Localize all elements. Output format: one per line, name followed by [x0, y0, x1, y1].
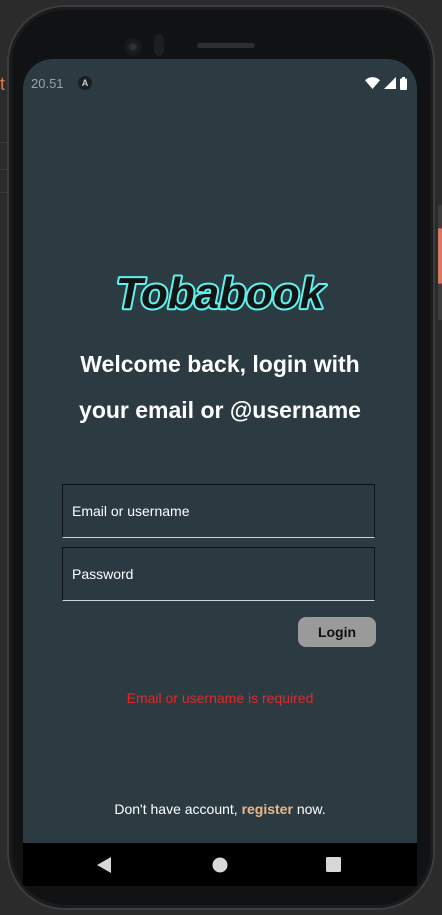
home-icon [212, 857, 228, 872]
welcome-line-2: your email or @username [79, 397, 361, 423]
notification-app-icon: A [78, 76, 92, 90]
status-icons [365, 76, 407, 90]
password-input[interactable] [63, 548, 374, 600]
earpiece-speaker [197, 43, 255, 48]
register-prompt: Don't have account, register now. [23, 801, 417, 817]
email-input[interactable] [63, 485, 374, 537]
register-link[interactable]: register [242, 801, 293, 817]
navigation-bar [23, 843, 417, 886]
home-button[interactable] [200, 843, 240, 886]
error-message: Email or username is required [126, 690, 314, 706]
register-prefix: Don't have account, [114, 801, 238, 817]
front-camera [124, 38, 142, 56]
phone-screen: 20.51 A Tobabook Welcome back, login wit… [23, 59, 417, 886]
wifi-icon [365, 77, 380, 89]
host-scrollbar-thumb[interactable] [438, 228, 442, 284]
emulator-stage: t 20.51 A Tobabook Welcome back, login w… [0, 0, 442, 915]
status-time: 20.51 [31, 76, 64, 91]
login-button[interactable]: Login [298, 617, 376, 647]
logo-text: Tobabook [116, 269, 327, 318]
back-button[interactable] [84, 843, 124, 886]
status-bar: 20.51 A [23, 59, 417, 107]
signal-icon [384, 77, 396, 89]
tobabook-logo: Tobabook [114, 268, 329, 320]
welcome-line-1: Welcome back, login with [80, 351, 360, 377]
host-window-edge-glyph: t [0, 74, 6, 94]
recents-icon [325, 857, 341, 872]
proximity-sensor [154, 34, 164, 56]
back-icon [97, 856, 111, 873]
welcome-heading: Welcome back, login with your email or @… [23, 341, 417, 433]
app-logo: Tobabook [23, 268, 417, 325]
register-suffix: now. [296, 801, 326, 817]
recents-button[interactable] [313, 843, 353, 886]
password-field[interactable] [62, 547, 375, 601]
email-field[interactable] [62, 484, 375, 538]
battery-icon [400, 76, 407, 90]
